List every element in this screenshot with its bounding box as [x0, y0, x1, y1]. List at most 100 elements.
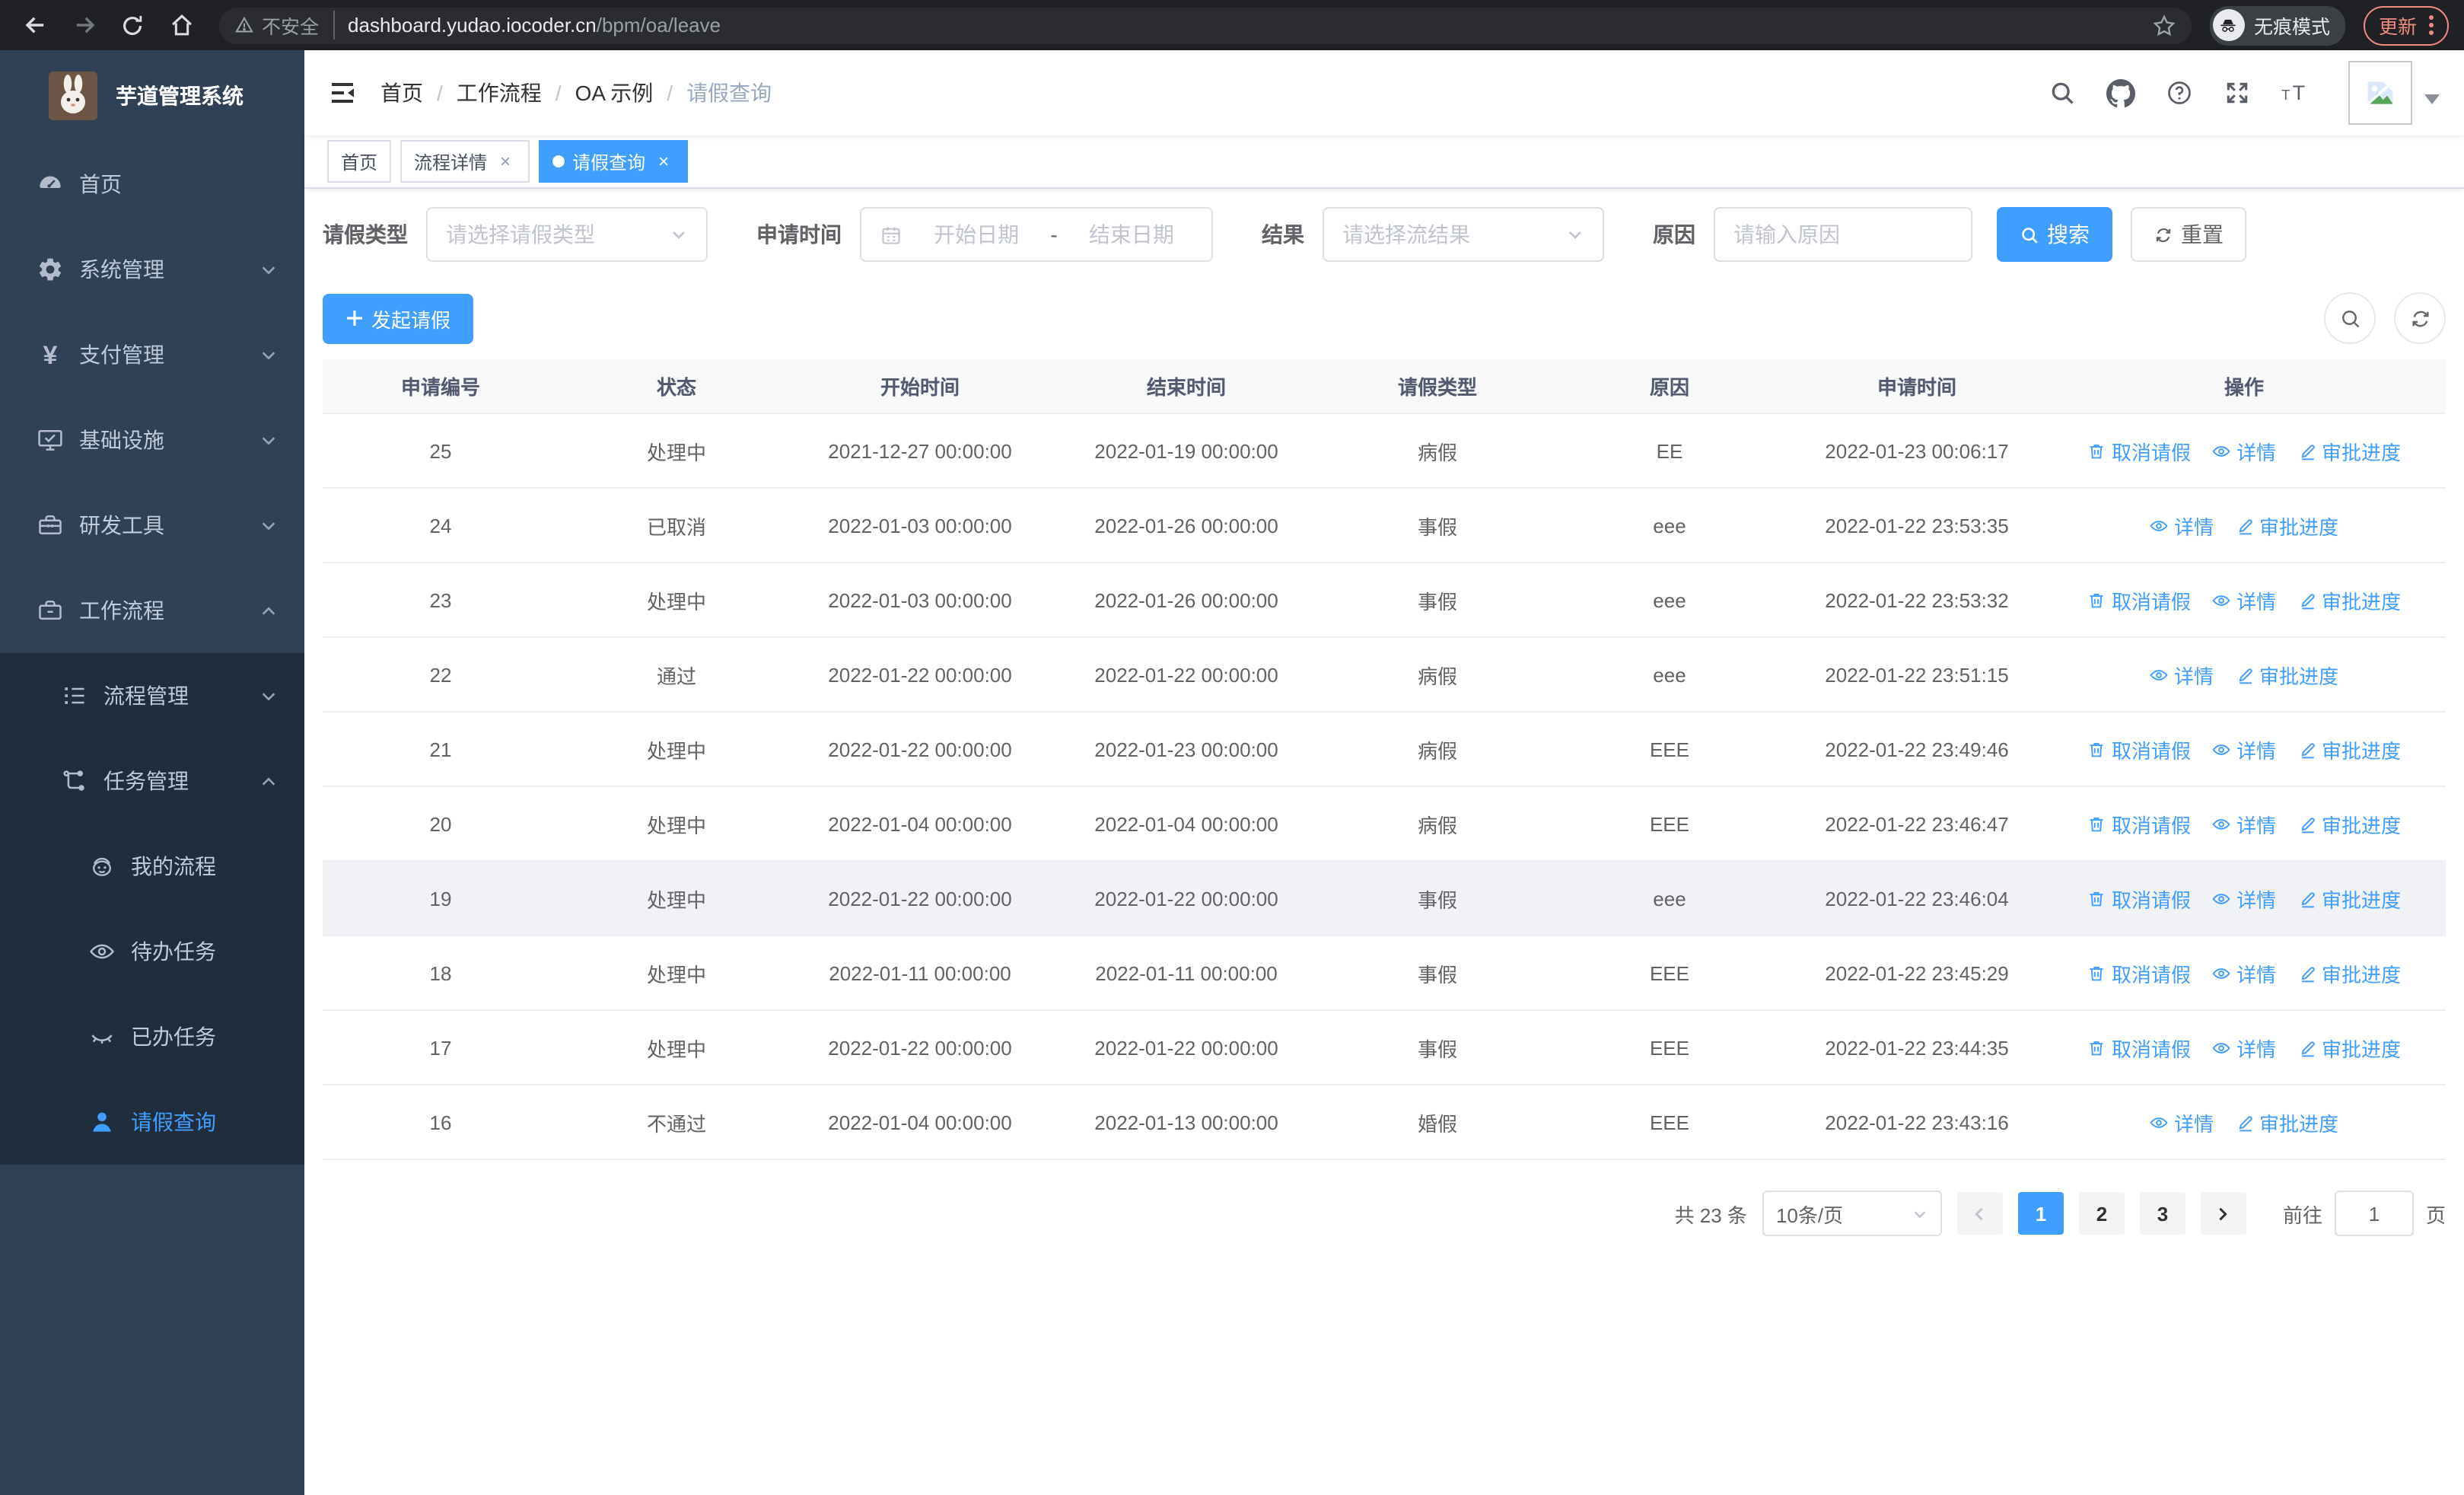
- detail-link[interactable]: 详情: [2212, 809, 2276, 838]
- caret-down-icon: [2424, 94, 2440, 105]
- detail-link[interactable]: 详情: [2150, 660, 2214, 689]
- reason-input[interactable]: [1715, 209, 1971, 260]
- cancel-leave-link[interactable]: 取消请假: [2087, 884, 2191, 913]
- detail-link[interactable]: 详情: [2212, 585, 2276, 614]
- progress-link[interactable]: 审批进度: [2297, 436, 2401, 465]
- detail-link[interactable]: 详情: [2212, 436, 2276, 465]
- leave-type-select[interactable]: 请选择请假类型: [426, 207, 708, 262]
- cancel-leave-link[interactable]: 取消请假: [2087, 809, 2191, 838]
- cancel-leave-link[interactable]: 取消请假: [2087, 585, 2191, 614]
- close-icon[interactable]: ×: [653, 151, 674, 172]
- progress-link[interactable]: 审批进度: [2297, 884, 2401, 913]
- tag-home[interactable]: 首页: [327, 140, 392, 183]
- breadcrumb-item[interactable]: OA 示例: [575, 78, 654, 108]
- sidebar-item-system[interactable]: 系统管理: [0, 227, 304, 312]
- cell-type: 事假: [1327, 936, 1548, 1011]
- help-button[interactable]: [2166, 79, 2193, 107]
- sidebar-item-my-process[interactable]: 我的流程: [0, 824, 304, 909]
- sidebar-item-done-tasks[interactable]: 已办任务: [0, 994, 304, 1079]
- chevron-down-icon: [670, 225, 688, 244]
- app-logo-row[interactable]: 芋道管理系统: [0, 50, 304, 142]
- page-button-1[interactable]: 1: [2017, 1192, 2064, 1235]
- cancel-leave-link[interactable]: 取消请假: [2087, 735, 2191, 763]
- sidebar-collapse-button[interactable]: [304, 50, 380, 135]
- font-size-button[interactable]: TT: [2281, 79, 2312, 107]
- sidebar-item-process-mgmt[interactable]: 流程管理: [0, 653, 304, 738]
- cell-start: 2022-01-03 00:00:00: [794, 563, 1046, 638]
- sidebar-item-payment[interactable]: ¥ 支付管理: [0, 312, 304, 397]
- breadcrumb-item[interactable]: 首页: [380, 78, 423, 108]
- yen-icon: ¥: [43, 340, 58, 369]
- progress-link[interactable]: 审批进度: [2235, 1108, 2338, 1136]
- date-range-picker[interactable]: 开始日期 - 结束日期: [860, 207, 1213, 262]
- sidebar-item-workflow[interactable]: 工作流程: [0, 568, 304, 653]
- cancel-leave-link[interactable]: 取消请假: [2087, 1033, 2191, 1062]
- progress-link[interactable]: 审批进度: [2297, 735, 2401, 763]
- progress-link[interactable]: 审批进度: [2235, 511, 2338, 540]
- sidebar-item-leave-query[interactable]: 请假查询: [0, 1079, 304, 1165]
- browser-update-button[interactable]: 更新: [2363, 5, 2449, 45]
- cell-type: 病假: [1327, 712, 1548, 787]
- leave-table: 申请编号 状态 开始时间 结束时间 请假类型 原因 申请时间 操作 25 处理中 2021-12-…: [323, 359, 2446, 1160]
- browser-reload-button[interactable]: [113, 5, 152, 45]
- sidebar-item-home[interactable]: 首页: [0, 142, 304, 227]
- sidebar-item-task-mgmt[interactable]: 任务管理: [0, 738, 304, 824]
- progress-link[interactable]: 审批进度: [2297, 1033, 2401, 1062]
- detail-link[interactable]: 详情: [2212, 958, 2276, 987]
- detail-link[interactable]: 详情: [2212, 1033, 2276, 1062]
- detail-link[interactable]: 详情: [2150, 511, 2214, 540]
- search-button[interactable]: 搜索: [1997, 207, 2112, 262]
- cell-id: 18: [323, 936, 559, 1011]
- page-button-3[interactable]: 3: [2139, 1192, 2185, 1235]
- cell-status: 处理中: [559, 563, 794, 638]
- detail-link[interactable]: 详情: [2212, 735, 2276, 763]
- sidebar-item-infrastructure[interactable]: 基础设施: [0, 397, 304, 483]
- header-search-button[interactable]: [2049, 79, 2076, 107]
- breadcrumb-item[interactable]: 工作流程: [457, 78, 542, 108]
- browser-back-button[interactable]: [15, 5, 55, 45]
- browser-menu-icon[interactable]: [2429, 15, 2434, 35]
- goto-page-input[interactable]: [2334, 1191, 2414, 1236]
- cell-end: 2022-01-22 00:00:00: [1046, 1010, 1327, 1085]
- table-refresh-button[interactable]: [2394, 292, 2446, 344]
- cell-end: 2022-01-26 00:00:00: [1046, 563, 1327, 638]
- column-header: 请假类型: [1327, 359, 1548, 414]
- progress-link[interactable]: 审批进度: [2297, 809, 2401, 838]
- workflow-submenu: 流程管理 任务管理 我的流程 待办任务 已办任务 请假查询: [0, 653, 304, 1165]
- github-link[interactable]: [2106, 78, 2135, 107]
- tag-leave-query[interactable]: 请假查询 ×: [539, 140, 689, 183]
- table-search-toggle-button[interactable]: [2324, 292, 2376, 344]
- table-row: 25 处理中 2021-12-27 00:00:00 2022-01-19 00:00…: [323, 413, 2446, 489]
- browser-forward-button[interactable]: [64, 5, 103, 45]
- create-leave-button[interactable]: 发起请假: [323, 293, 474, 343]
- cancel-leave-link[interactable]: 取消请假: [2087, 958, 2191, 987]
- sidebar-item-devtools[interactable]: 研发工具: [0, 483, 304, 568]
- bookmark-star-button[interactable]: [2152, 13, 2176, 37]
- page-button-2[interactable]: 2: [2078, 1192, 2125, 1235]
- trash-icon: [2090, 443, 2104, 458]
- sidebar-item-label: 任务管理: [103, 769, 189, 793]
- reset-button[interactable]: 重置: [2131, 207, 2246, 262]
- cell-end: 2022-01-11 00:00:00: [1046, 936, 1327, 1011]
- next-page-button[interactable]: [2200, 1192, 2246, 1235]
- address-bar[interactable]: 不安全 dashboard.yudao.iocoder.cn/bpm/oa/le…: [219, 7, 2192, 43]
- progress-link[interactable]: 审批进度: [2297, 958, 2401, 987]
- detail-link[interactable]: 详情: [2212, 884, 2276, 913]
- result-select[interactable]: 请选择流结果: [1323, 207, 1604, 262]
- sidebar-item-todo-tasks[interactable]: 待办任务: [0, 909, 304, 994]
- cell-end: 2022-01-23 00:00:00: [1046, 712, 1327, 787]
- user-menu[interactable]: [2348, 61, 2440, 125]
- detail-link[interactable]: 详情: [2150, 1108, 2214, 1136]
- security-chip[interactable]: 不安全: [234, 11, 335, 40]
- tag-process-detail[interactable]: 流程详情 ×: [400, 140, 530, 183]
- cancel-leave-link[interactable]: 取消请假: [2087, 436, 2191, 465]
- page-content: 请假类型 请选择请假类型 申请时间 开始日期 - 结束日期 结果 请选择流结果 …: [304, 189, 2464, 1236]
- browser-home-button[interactable]: [161, 5, 201, 45]
- close-icon[interactable]: ×: [495, 151, 516, 172]
- progress-link[interactable]: 审批进度: [2235, 660, 2338, 689]
- refresh-icon: [2156, 228, 2171, 241]
- fullscreen-button[interactable]: [2224, 79, 2251, 107]
- prev-page-button[interactable]: [1956, 1192, 2003, 1235]
- progress-link[interactable]: 审批进度: [2297, 585, 2401, 614]
- page-size-select[interactable]: 10条/页: [1762, 1191, 1942, 1236]
